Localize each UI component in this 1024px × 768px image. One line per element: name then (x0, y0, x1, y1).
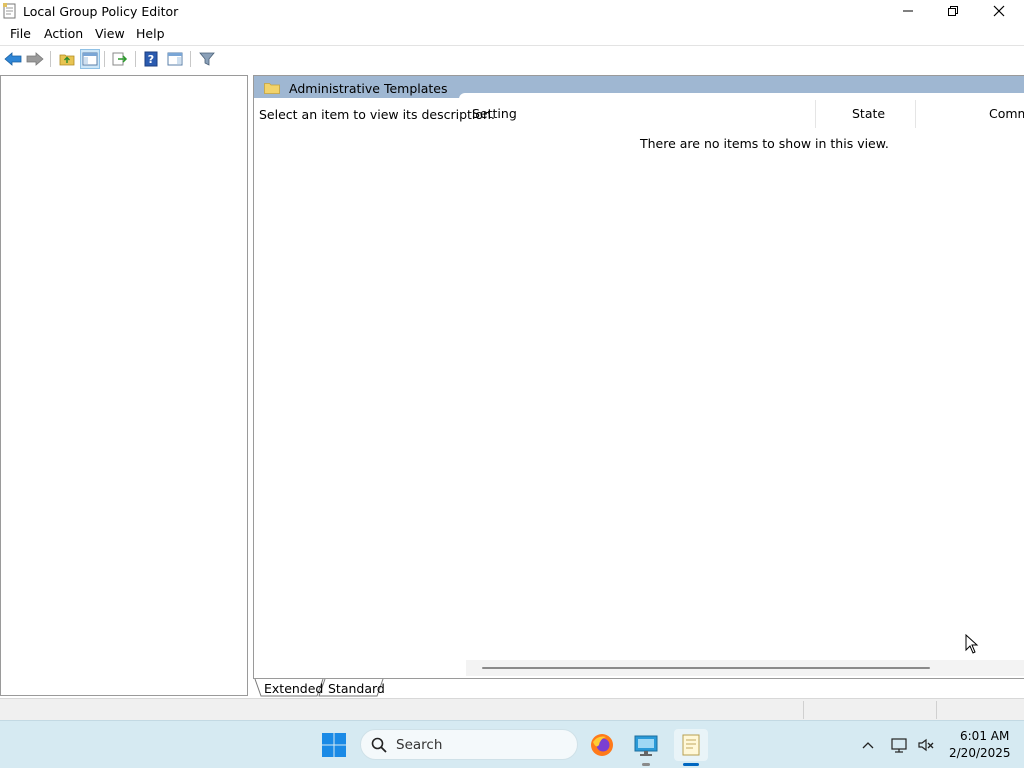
taskbar: Search 6:01 AM 2/20/2025 (0, 720, 1024, 768)
firefox-icon (591, 734, 613, 756)
menu-view[interactable]: View (95, 26, 125, 41)
pane-header: Administrative Templates (254, 76, 1024, 99)
show-hide-tree-icon[interactable] (80, 49, 100, 69)
pane-header-tab-edge (459, 93, 1024, 99)
tab-extended[interactable]: Extended (258, 681, 329, 696)
taskbar-group-policy-editor[interactable] (674, 729, 708, 761)
running-indicator (642, 763, 650, 766)
help-icon[interactable]: ? (141, 49, 161, 69)
folder-icon (264, 82, 280, 94)
column-header-state[interactable]: State (852, 106, 885, 121)
pane-header-title: Administrative Templates (289, 81, 448, 96)
filter-icon[interactable] (197, 49, 217, 69)
status-divider (936, 701, 937, 719)
column-header-setting[interactable]: Setting (472, 106, 517, 121)
tab-standard[interactable]: Standard (322, 681, 391, 696)
active-indicator (683, 763, 699, 766)
menu-help[interactable]: Help (136, 26, 165, 41)
menu-action[interactable]: Action (44, 26, 83, 41)
horizontal-scrollbar-thumb[interactable] (482, 667, 930, 669)
show-hidden-icons-button[interactable] (858, 735, 878, 755)
up-folder-icon[interactable] (57, 49, 77, 69)
gpedit-icon (682, 734, 700, 756)
close-icon (993, 5, 1005, 17)
back-arrow-icon[interactable] (3, 49, 23, 69)
mouse-cursor-icon (965, 633, 979, 654)
svg-text:?: ? (148, 53, 154, 66)
console-tree-pane[interactable] (0, 75, 248, 696)
clock-time[interactable]: 6:01 AM (960, 729, 1009, 743)
network-icon[interactable] (890, 735, 910, 755)
toolbar-separator (135, 51, 136, 67)
column-header-comment[interactable]: Comment (989, 106, 1024, 121)
column-divider[interactable] (815, 100, 816, 128)
search-placeholder: Search (396, 737, 443, 753)
volume-muted-icon[interactable] (916, 735, 936, 755)
empty-list-message: There are no items to show in this view. (640, 136, 889, 151)
close-button[interactable] (976, 0, 1022, 22)
toolbar-separator (50, 51, 51, 67)
restore-icon (948, 6, 958, 16)
minimize-icon (903, 10, 913, 12)
menu-bar: File Action View Help (0, 22, 1024, 44)
taskbar-firefox[interactable] (585, 729, 619, 761)
view-tabs: Extended Standard (253, 678, 1024, 698)
remote-desktop-icon (634, 735, 658, 756)
taskbar-remote-desktop[interactable] (629, 729, 663, 761)
gpedit-app-icon (3, 3, 17, 19)
title-bar[interactable]: Local Group Policy Editor (0, 0, 1024, 22)
window-title: Local Group Policy Editor (23, 4, 179, 19)
export-list-icon[interactable] (110, 49, 130, 69)
taskbar-search-box[interactable]: Search (360, 729, 578, 760)
menu-file[interactable]: File (10, 26, 31, 41)
status-bar (0, 698, 1024, 720)
restore-button[interactable] (930, 0, 976, 22)
status-divider (803, 701, 804, 719)
toolbar: ? (0, 45, 1024, 71)
forward-arrow-icon[interactable] (25, 49, 45, 69)
details-pane[interactable]: Administrative Templates Select an item … (253, 75, 1024, 678)
toolbar-separator (104, 51, 105, 67)
minimize-button[interactable] (885, 0, 931, 22)
show-hide-action-pane-icon[interactable] (165, 49, 185, 69)
column-divider[interactable] (915, 100, 916, 128)
toolbar-separator (190, 51, 191, 67)
clock-date[interactable]: 2/20/2025 (949, 746, 1011, 760)
windows-logo-icon (322, 733, 346, 757)
start-button[interactable] (318, 729, 350, 761)
description-text: Select an item to view its description. (259, 107, 495, 122)
search-icon (371, 737, 387, 753)
chevron-up-icon (862, 742, 874, 749)
